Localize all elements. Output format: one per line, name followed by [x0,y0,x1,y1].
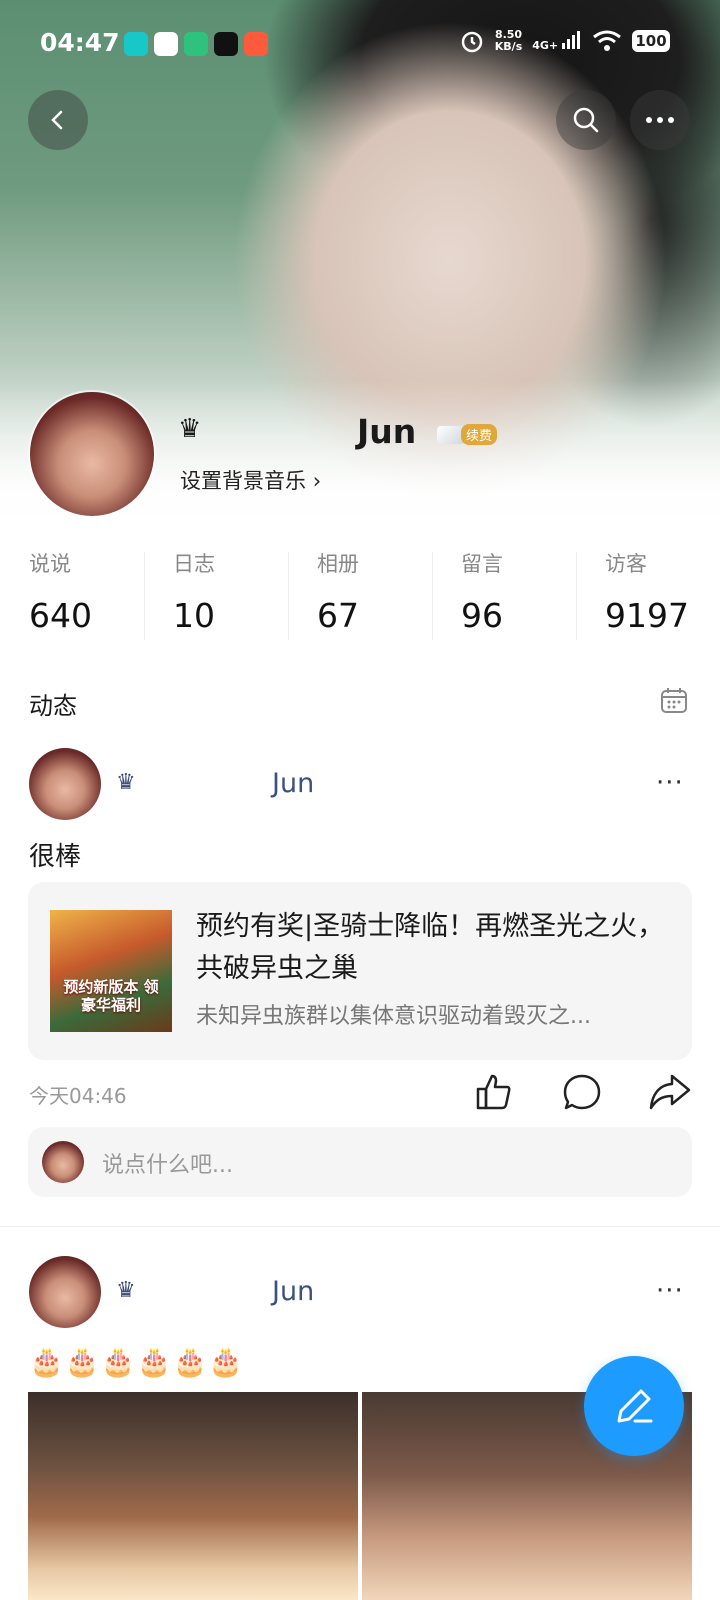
status-time: 04:47 [40,28,120,57]
post-avatar[interactable] [29,748,101,820]
card-title: 预约有奖|圣骑士降临！再燃圣光之火，共破异虫之巢 [196,911,665,984]
shield-app-icon [184,32,208,56]
vip-badge[interactable]: 续费 [437,424,498,445]
stat-messages[interactable]: 留言 96 [432,548,576,644]
tiktok-icon [214,32,238,56]
post-divider [0,1226,720,1227]
post-text: 🎂🎂🎂🎂🎂🎂 [29,1345,245,1378]
more-button[interactable] [630,90,690,150]
profile-stats: 说说 640 日志 10 相册 67 留言 96 访客 9197 [0,548,720,644]
post-author[interactable]: Jun [272,768,314,799]
like-icon[interactable] [474,1072,514,1112]
battery-indicator: 100 [632,30,670,52]
signal-indicator: 4G+ [532,30,582,52]
search-icon [573,107,599,133]
card-thumbnail: 预约新版本 领豪华福利 [50,910,172,1032]
stat-album[interactable]: 相册 67 [288,548,432,644]
back-icon [51,110,63,130]
card-subtitle: 未知异虫族群以集体意识驱动着毁灭之... [196,1004,591,1029]
compose-button[interactable] [584,1356,684,1456]
comment-placeholder: 说点什么吧... [102,1153,233,1178]
post-more-button[interactable]: ··· [656,768,684,798]
map-icon [154,32,178,56]
more-icon [646,117,674,123]
share-icon[interactable] [648,1072,692,1112]
alarm-icon [461,31,483,53]
comment-icon[interactable] [562,1072,602,1112]
net-speed: 8.50 KB/s [494,28,523,53]
signal-icon [562,30,580,49]
shared-link-card[interactable]: 预约新版本 领豪华福利 预约有奖|圣骑士降临！再燃圣光之火，共破异虫之巢 未知异… [28,882,692,1060]
stat-diary[interactable]: 日志 10 [144,548,288,644]
tomato-app-icon [244,32,268,56]
post-author[interactable]: Jun [272,1276,314,1307]
post-text: 很棒 [29,842,82,872]
chevron-right-icon: › [312,469,322,493]
back-button[interactable] [28,90,88,150]
system-status: 8.50 KB/s 4G+ 100 [459,28,670,54]
post-avatar[interactable] [29,1256,101,1328]
status-bar: 04:47 8.50 KB/s 4G+ 100 [0,0,720,90]
search-button[interactable] [556,90,616,150]
post-time: 今天04:46 [29,1084,127,1108]
taptap-icon [124,32,148,56]
profile-avatar[interactable] [28,390,156,518]
post-photo[interactable] [28,1392,358,1600]
comment-input[interactable]: 说点什么吧... [28,1127,692,1197]
stat-visitors[interactable]: 访客 9197 [576,548,720,644]
wifi-icon [593,30,621,51]
profile-name[interactable]: Jun [357,412,416,451]
my-avatar [42,1141,84,1183]
set-background-music[interactable]: 设置背景音乐 › [180,465,321,495]
crown-icon: ♛ [116,770,136,795]
notification-icons [124,32,268,56]
calendar-icon[interactable] [660,686,688,714]
stat-shuoshuo[interactable]: 说说 640 [0,548,144,644]
feed-title: 动态 [29,692,77,720]
post-more-button[interactable]: ··· [656,1276,684,1306]
crown-icon: ♛ [116,1278,136,1303]
crown-icon: ♛ [178,414,202,444]
edit-icon [617,1389,653,1423]
